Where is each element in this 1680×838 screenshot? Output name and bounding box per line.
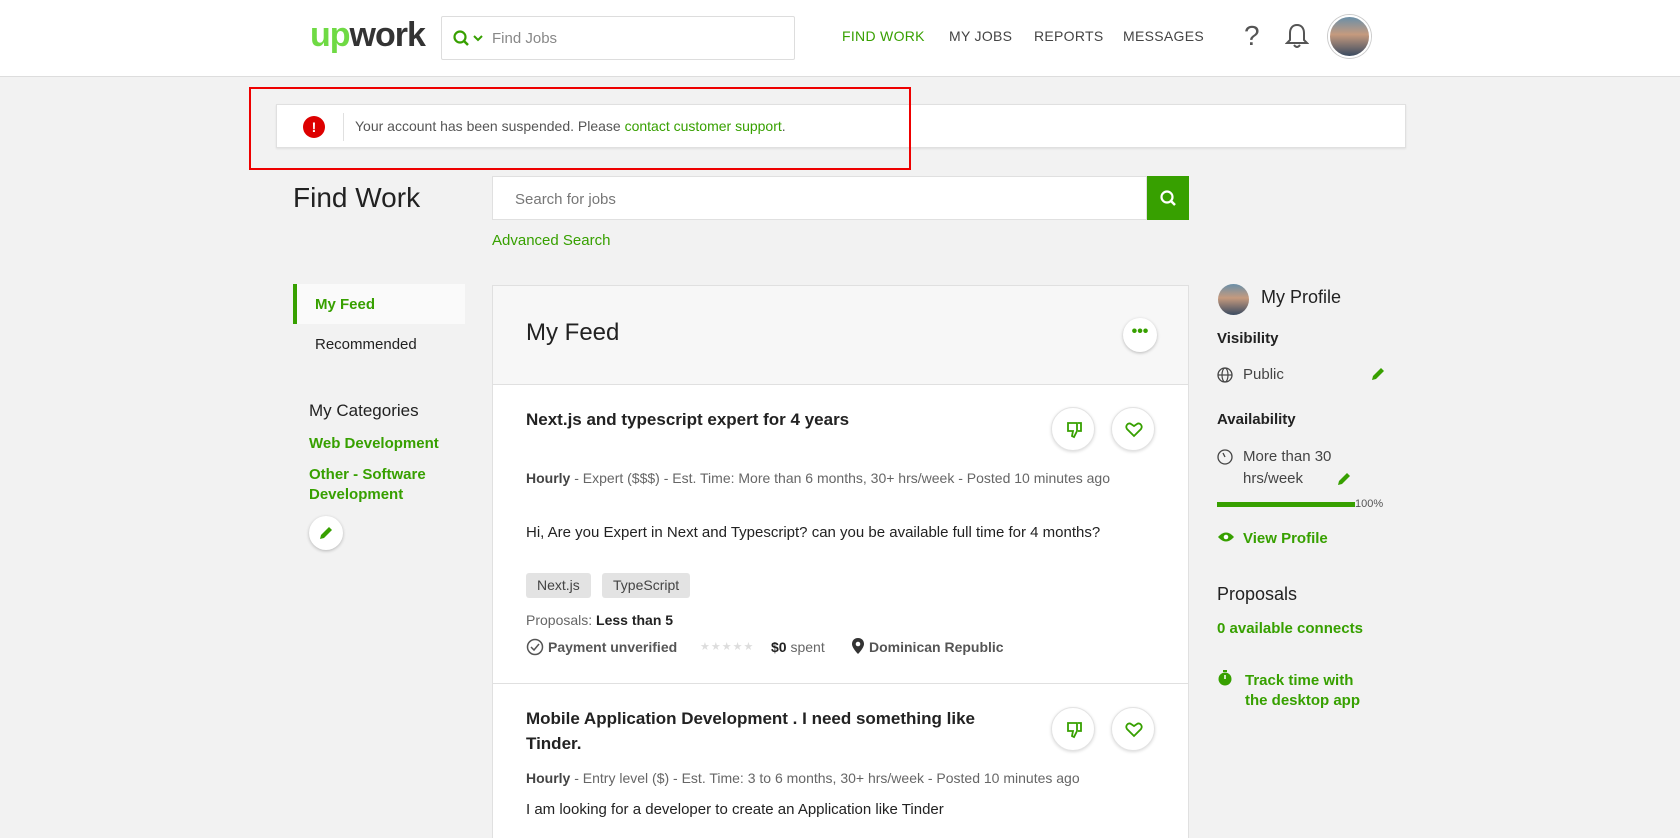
job-type: Hourly	[526, 470, 571, 486]
user-avatar[interactable]	[1328, 15, 1371, 58]
job-search-placeholder: Search for jobs	[515, 191, 616, 208]
proposals-heading: Proposals	[1217, 584, 1298, 604]
connects-link[interactable]: 0 available connects	[1217, 619, 1363, 639]
track-time-link-line1[interactable]: Track time with	[1245, 671, 1353, 691]
search-dropdown-icon[interactable]	[452, 29, 488, 49]
pencil-icon	[320, 527, 332, 539]
upwork-logo[interactable]: upwork	[310, 16, 426, 55]
progress-label: 100%	[1355, 498, 1384, 510]
job-location: Dominican Republic	[869, 639, 1004, 655]
header-search-placeholder: Find Jobs	[492, 30, 558, 47]
heart-icon	[1125, 422, 1143, 438]
job-description: Hi, Are you Expert in Next and Typescrip…	[526, 524, 1101, 541]
visibility-label: Visibility	[1217, 330, 1279, 347]
category-web-development[interactable]: Web Development	[309, 434, 439, 454]
job-details: - Entry level ($) - Est. Time: 3 to 6 mo…	[570, 770, 1080, 786]
sidebar-item-recommended[interactable]: Recommended	[293, 324, 465, 364]
spent-label: spent	[786, 639, 825, 655]
rating-stars: ★★★★★	[700, 641, 755, 653]
nav-find-work[interactable]: FIND WORK	[842, 28, 925, 44]
nav-messages[interactable]: MESSAGES	[1123, 28, 1204, 44]
edit-categories-button[interactable]	[309, 516, 343, 550]
job-type: Hourly	[526, 770, 571, 786]
check-circle-icon	[526, 638, 544, 656]
spent-amount: $0	[771, 639, 787, 655]
skill-tag[interactable]: Next.js	[526, 573, 591, 598]
job-meta: Hourly - Entry level ($) - Est. Time: 3 …	[526, 767, 1156, 789]
feed-header: My Feed •••	[493, 286, 1188, 385]
category-other-software[interactable]: Other - Software Development	[309, 465, 459, 505]
track-time-link-line2[interactable]: the desktop app	[1245, 691, 1360, 711]
more-options-button[interactable]: •••	[1123, 318, 1157, 352]
availability-label: Availability	[1217, 411, 1296, 428]
logo-up: up	[310, 16, 351, 54]
sidebar-item-my-feed[interactable]: My Feed	[293, 284, 465, 324]
logo-work: work	[349, 16, 426, 54]
proposals-value: Less than 5	[596, 612, 674, 628]
progress-fill	[1217, 502, 1355, 507]
thumbs-down-icon	[1067, 422, 1082, 439]
availability-value-line1: More than 30	[1243, 448, 1332, 465]
search-icon	[1160, 190, 1176, 206]
location-pin-icon	[852, 638, 864, 654]
job-meta: Hourly - Expert ($$$) - Est. Time: More …	[526, 467, 1156, 489]
top-navbar: upwork Find Jobs FIND WORK MY JOBS REPOR…	[0, 0, 1680, 77]
categories-heading: My Categories	[309, 401, 419, 420]
clock-icon	[1217, 449, 1233, 465]
header-search-input[interactable]: Find Jobs	[441, 16, 795, 60]
help-icon[interactable]: ?	[1244, 20, 1260, 52]
stopwatch-icon	[1218, 670, 1232, 686]
globe-icon	[1217, 367, 1233, 383]
search-button[interactable]	[1147, 176, 1189, 220]
feed-panel: My Feed ••• Next.js and typescript exper…	[492, 285, 1189, 838]
eye-icon	[1218, 532, 1234, 542]
profile-heading: My Profile	[1261, 287, 1342, 307]
dislike-job-button[interactable]	[1051, 707, 1095, 751]
feed-title: My Feed	[526, 319, 620, 346]
edit-availability-pencil-icon[interactable]	[1336, 471, 1352, 487]
save-job-button[interactable]	[1111, 407, 1155, 451]
advanced-search-link[interactable]: Advanced Search	[492, 232, 610, 249]
proposals-info: Proposals: Less than 5	[526, 612, 673, 628]
skill-tag[interactable]: TypeScript	[602, 573, 691, 598]
nav-reports[interactable]: REPORTS	[1034, 28, 1104, 44]
edit-visibility-pencil-icon[interactable]	[1370, 366, 1386, 382]
heart-icon	[1125, 722, 1143, 738]
highlight-box	[249, 87, 911, 170]
bell-icon[interactable]	[1285, 22, 1309, 50]
proposals-label: Proposals:	[526, 612, 597, 628]
save-job-button[interactable]	[1111, 707, 1155, 751]
payment-status: Payment unverified	[548, 639, 678, 655]
view-profile-link[interactable]: View Profile	[1243, 529, 1328, 549]
dislike-job-button[interactable]	[1051, 407, 1095, 451]
job-title[interactable]: Mobile Application Development . I need …	[526, 706, 1026, 756]
profile-progress-bar	[1217, 502, 1355, 507]
job-description: I am looking for a developer to create a…	[526, 801, 944, 818]
availability-value-line2: hrs/week	[1243, 470, 1304, 487]
visibility-value: Public	[1243, 366, 1284, 383]
job-divider	[493, 683, 1188, 684]
job-search-input[interactable]: Search for jobs	[492, 176, 1147, 220]
profile-avatar[interactable]	[1218, 284, 1249, 315]
thumbs-down-icon	[1067, 722, 1082, 739]
job-title[interactable]: Next.js and typescript expert for 4 year…	[526, 407, 1026, 432]
amount-spent: $0 spent	[771, 639, 825, 655]
job-details: - Expert ($$$) - Est. Time: More than 6 …	[570, 470, 1110, 486]
page-title: Find Work	[293, 182, 421, 213]
nav-my-jobs[interactable]: MY JOBS	[949, 28, 1012, 44]
